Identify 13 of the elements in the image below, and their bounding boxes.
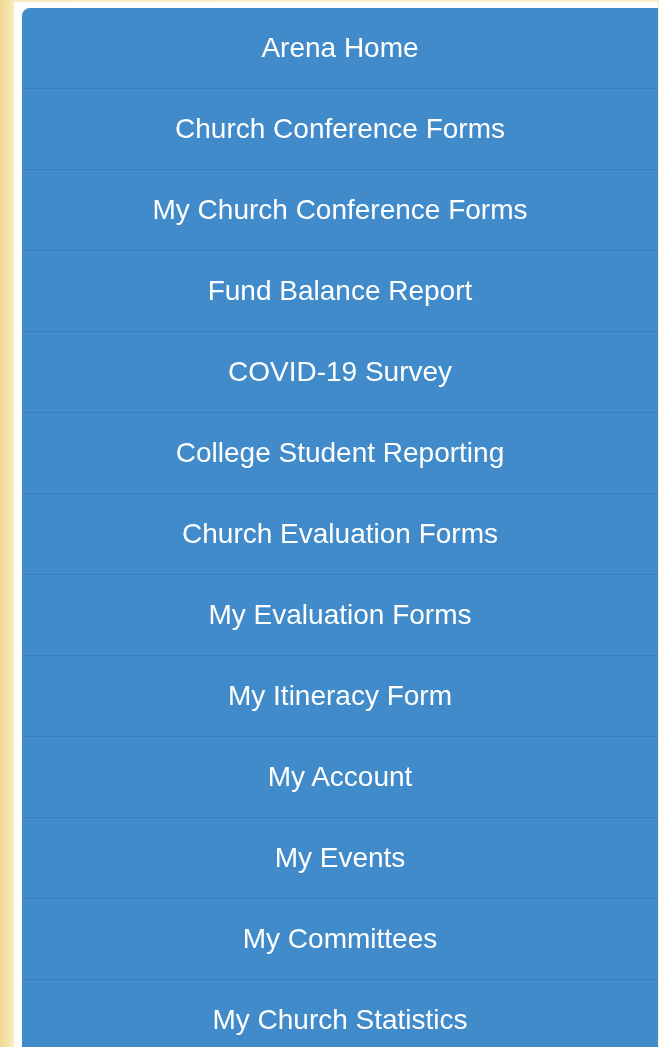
menu-link[interactable]: My Itineracy Form [22,656,658,737]
menu-link[interactable]: Arena Home [22,8,658,89]
menu-link[interactable]: COVID-19 Survey [22,332,658,413]
menu-link[interactable]: Church Evaluation Forms [22,494,658,575]
menu-link[interactable]: College Student Reporting [22,413,658,494]
menu-link[interactable]: My Church Statistics [22,980,658,1047]
menu-link[interactable]: My Evaluation Forms [22,575,658,656]
menu-link[interactable]: Church Conference Forms [22,89,658,170]
menu-link[interactable]: My Account [22,737,658,818]
menu-link[interactable]: My Committees [22,899,658,980]
menu-link[interactable]: My Events [22,818,658,899]
menu-link[interactable]: Fund Balance Report [22,251,658,332]
menu-link[interactable]: My Church Conference Forms [22,170,658,251]
